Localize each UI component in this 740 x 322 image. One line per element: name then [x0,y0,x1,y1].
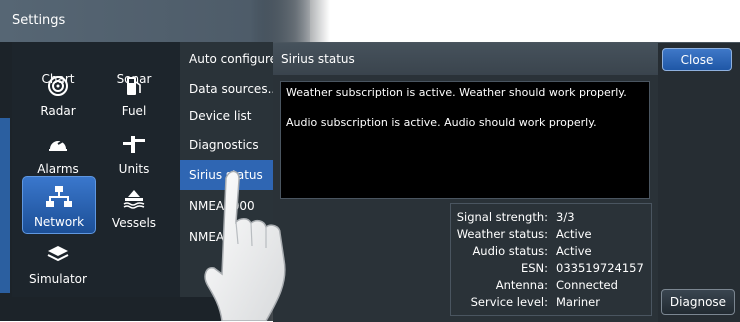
tile-units[interactable]: Units [98,124,170,180]
audio-subscription-message: Audio subscription is active. Audio shou… [286,116,597,129]
info-value: Active [556,227,592,241]
diagnose-button[interactable]: Diagnose [661,289,735,315]
tile-label: Fuel [121,104,147,118]
tile-vessels[interactable]: Vessels [98,178,170,234]
info-value: 033519724157 [556,261,644,275]
tile-label: Units [118,162,150,176]
menu-item-auto-configure[interactable]: Auto configure [180,44,280,74]
info-key: Audio status: [472,244,548,258]
settings-icon-grid: Chart Sonar Radar Fuel Alarms [12,42,180,297]
pointing-hand-icon [204,170,286,321]
info-value: Mariner [556,295,600,309]
tile-label: Radar [40,104,76,118]
network-icon [23,185,95,209]
close-button[interactable]: Close [662,48,732,71]
sirius-status-dialog: Sirius status Close Weather subscription… [273,42,740,322]
radar-icon [22,74,94,98]
status-message-box: Weather subscription is active. Weather … [280,81,650,199]
info-key: Weather status: [456,227,548,241]
fuel-icon [98,74,170,98]
tile-radar[interactable]: Radar [22,66,94,122]
tile-label: Network [33,215,85,229]
info-row-esn: ESN: 033519724157 [451,260,651,277]
info-value: 3/3 [556,210,575,224]
dialog-button-column [658,43,740,322]
info-row-signal-strength: Signal strength: 3/3 [451,209,651,226]
simulator-icon [22,242,94,266]
info-row-antenna: Antenna: Connected [451,277,651,294]
menu-item-data-sources[interactable]: Data sources... [180,74,280,104]
info-row-weather-status: Weather status: Active [451,226,651,243]
tile-fuel[interactable]: Fuel [98,66,170,122]
tile-network[interactable]: Network [22,176,96,234]
menu-item-device-list[interactable]: Device list [180,101,280,131]
menu-item-diagnostics[interactable]: Diagnostics [180,130,280,160]
tile-simulator[interactable]: Simulator [22,234,94,290]
side-scroll-strip [0,118,10,293]
info-key: Signal strength: [456,210,548,224]
info-value: Connected [556,278,618,292]
info-row-audio-status: Audio status: Active [451,243,651,260]
info-key: Antenna: [495,278,548,292]
tile-label: Alarms [37,162,79,176]
status-info-box: Signal strength: 3/3 Weather status: Act… [450,203,652,316]
info-row-service-level: Service level: Mariner [451,294,651,311]
dialog-title: Sirius status [273,43,658,75]
tile-alarms[interactable]: Alarms [22,124,94,180]
weather-subscription-message: Weather subscription is active. Weather … [286,86,627,99]
tile-label: Simulator [29,272,87,286]
info-value: Active [556,244,592,258]
vessels-icon [98,186,170,210]
tile-label: Vessels [111,216,157,230]
units-icon [98,132,170,156]
info-key: ESN: [520,261,548,275]
alarm-icon [22,132,94,156]
info-key: Service level: [470,295,548,309]
